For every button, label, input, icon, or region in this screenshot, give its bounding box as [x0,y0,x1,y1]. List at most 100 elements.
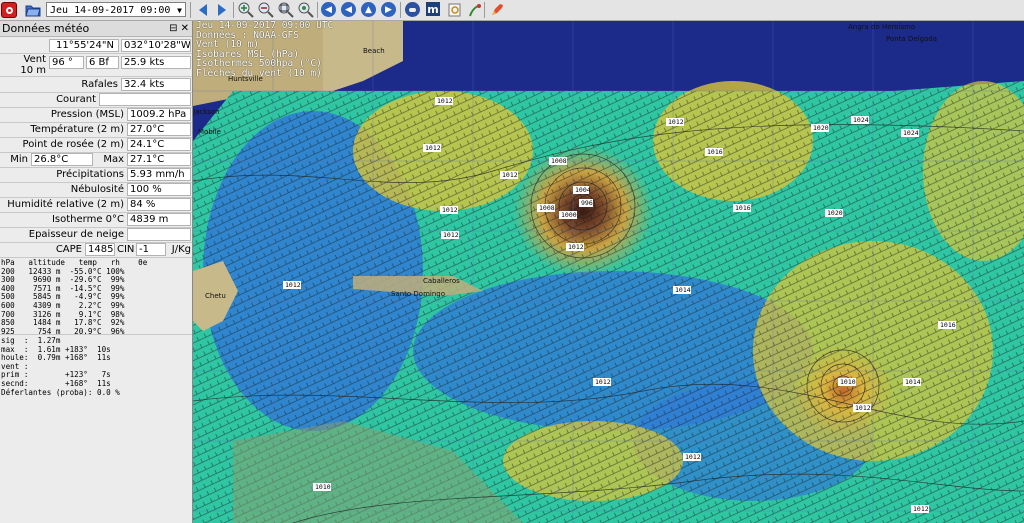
divider [0,76,192,77]
panel-controls-icon[interactable]: ⊟ ✕ [169,21,189,37]
cin-label: CIN [117,244,135,255]
wind-speed-value: 25.9 kts [121,56,191,69]
isobar-label: 1024 [851,116,869,124]
snow-label: Epaisseur de neige [28,229,124,240]
overlay-arrows: Flèches du vent (10 m) [196,67,322,79]
svg-text:1012: 1012 [285,281,301,289]
isobar-label: 1016 [733,204,751,212]
zoom-area-icon[interactable] [277,1,294,18]
chevron-down-icon: ▼ [177,6,182,15]
isobar-label: 1008 [549,157,567,165]
zoom-all-icon[interactable] [297,1,314,18]
current-label: Courant [56,94,96,105]
max-value: 27.1°C [127,153,191,166]
humidity-label: Humidité relative (2 m) [7,199,124,210]
svg-text:1012: 1012 [502,171,518,179]
toolbar-separator [484,2,485,18]
isobar-label: 1012 [853,404,871,412]
wind-direction-value: 96 ° [49,56,84,69]
prev-step-icon[interactable]: ◀ [321,2,336,17]
date-select[interactable]: Jeu 14-09-2017 09:00 UTC▼ [46,2,186,31]
isobar-label: 1020 [825,209,843,217]
jkg-label: J/Kg [171,244,191,255]
precipitation-value: 5.93 mm/h [127,168,191,181]
cin-value: -1 [136,243,166,256]
dewpoint-value: 24.1°C [127,138,191,151]
cape-value: 1485 [85,243,115,256]
panel-title-text: Données météo [2,22,90,35]
place-label: Caballeros [423,277,460,285]
min-label: Min [10,154,28,165]
isobar-label: 996 [579,199,593,207]
toolbar-separator [400,2,401,18]
map-info-overlay: Jeu 14-09-2017 09:00 UTC Données : NOAA-G… [196,21,333,79]
pressure-label: Pression (MSL) [50,109,124,120]
cloud-label: Nébulosité [70,184,124,195]
latitude-value: 11°55'24"N [49,39,119,52]
isobar-label: 1016 [705,148,723,156]
isobar-label: 1020 [811,124,829,132]
magnifier-icon[interactable] [446,1,463,18]
toolbar: Jeu 14-09-2017 09:00 UTC▼ ◀ ◀ ▲ ▶ m [0,0,1024,31]
isobar-label: 1014 [673,286,691,294]
isobar-label: 1012 [566,243,584,251]
toolbar-separator [190,2,191,18]
svg-text:1012: 1012 [685,453,701,461]
divider [0,334,192,335]
place-label: Chetu [205,292,226,300]
zoom-in-icon[interactable] [237,1,254,18]
svg-text:1016: 1016 [707,148,723,156]
panel-title: Données météo ⊟ ✕ [0,21,192,37]
svg-text:1020: 1020 [813,124,829,132]
isobar-label: 1016 [938,321,956,329]
svg-text:1016: 1016 [940,321,956,329]
place-label: Angra do Heroísmo [848,23,915,31]
svg-text:1000: 1000 [561,211,577,219]
longitude-value: 032°10'28"W [121,39,191,52]
svg-text:1012: 1012 [425,144,441,152]
next-step-icon[interactable]: ▲ [361,2,376,17]
back-icon[interactable] [194,1,211,18]
toolbar-separator [233,2,234,18]
isobar-label: 1010 [313,483,331,491]
svg-text:1014: 1014 [675,286,691,294]
svg-text:1020: 1020 [827,209,843,217]
isobar-label: 1012 [440,206,458,214]
svg-text:1024: 1024 [853,116,869,124]
isobar-label: 1010 [838,378,856,386]
isobar-label: 1008 [537,204,555,212]
map-canvas[interactable]: 1012 1012 1008 1004 996 1000 1008 1012 1… [193,21,1024,523]
svg-text:1012: 1012 [668,118,684,126]
isobar-label: 1012 [683,453,701,461]
weather-map[interactable]: 1012 1012 1008 1004 996 1000 1008 1012 1… [193,21,1024,523]
m-icon[interactable]: m [426,2,440,16]
globe-icon[interactable] [405,2,420,17]
svg-text:1012: 1012 [568,243,584,251]
place-label: Mobile [198,128,221,136]
pan-icon[interactable] [466,1,483,18]
wind-beaufort-value: 6 Bf [86,56,119,69]
gust-value: 32.4 kts [121,78,191,91]
open-folder-icon[interactable] [24,1,41,18]
pressure-value: 1009.2 hPa [127,108,191,121]
isobar-label: 1024 [901,129,919,137]
forward-step-icon[interactable]: ▶ [381,2,396,17]
place-label: Jackson [193,108,220,116]
play-icon[interactable]: ◀ [341,2,356,17]
cloud-value: 100 % [127,183,191,196]
svg-text:1008: 1008 [539,204,555,212]
isotherm-label: Isotherme 0°C [51,214,124,225]
wave-table: sig : 1.27m max : 1.61m +183° 10s houle:… [1,336,120,397]
app-icon[interactable] [1,2,17,18]
svg-text:1012: 1012 [913,505,929,513]
altitude-table: hPa altitude temp rh θe 200 12433 m -55.… [1,258,148,336]
place-label: Santo Domingo [391,290,445,298]
rocket-icon[interactable] [488,1,505,18]
forward-icon[interactable] [213,1,230,18]
svg-text:1004: 1004 [575,186,591,194]
dewpoint-label: Point de rosée (2 m) [22,139,124,150]
temperature-value: 27.0°C [127,123,191,136]
zoom-out-icon[interactable] [257,1,274,18]
svg-text:1012: 1012 [443,231,459,239]
gust-label: Rafales [81,79,118,90]
